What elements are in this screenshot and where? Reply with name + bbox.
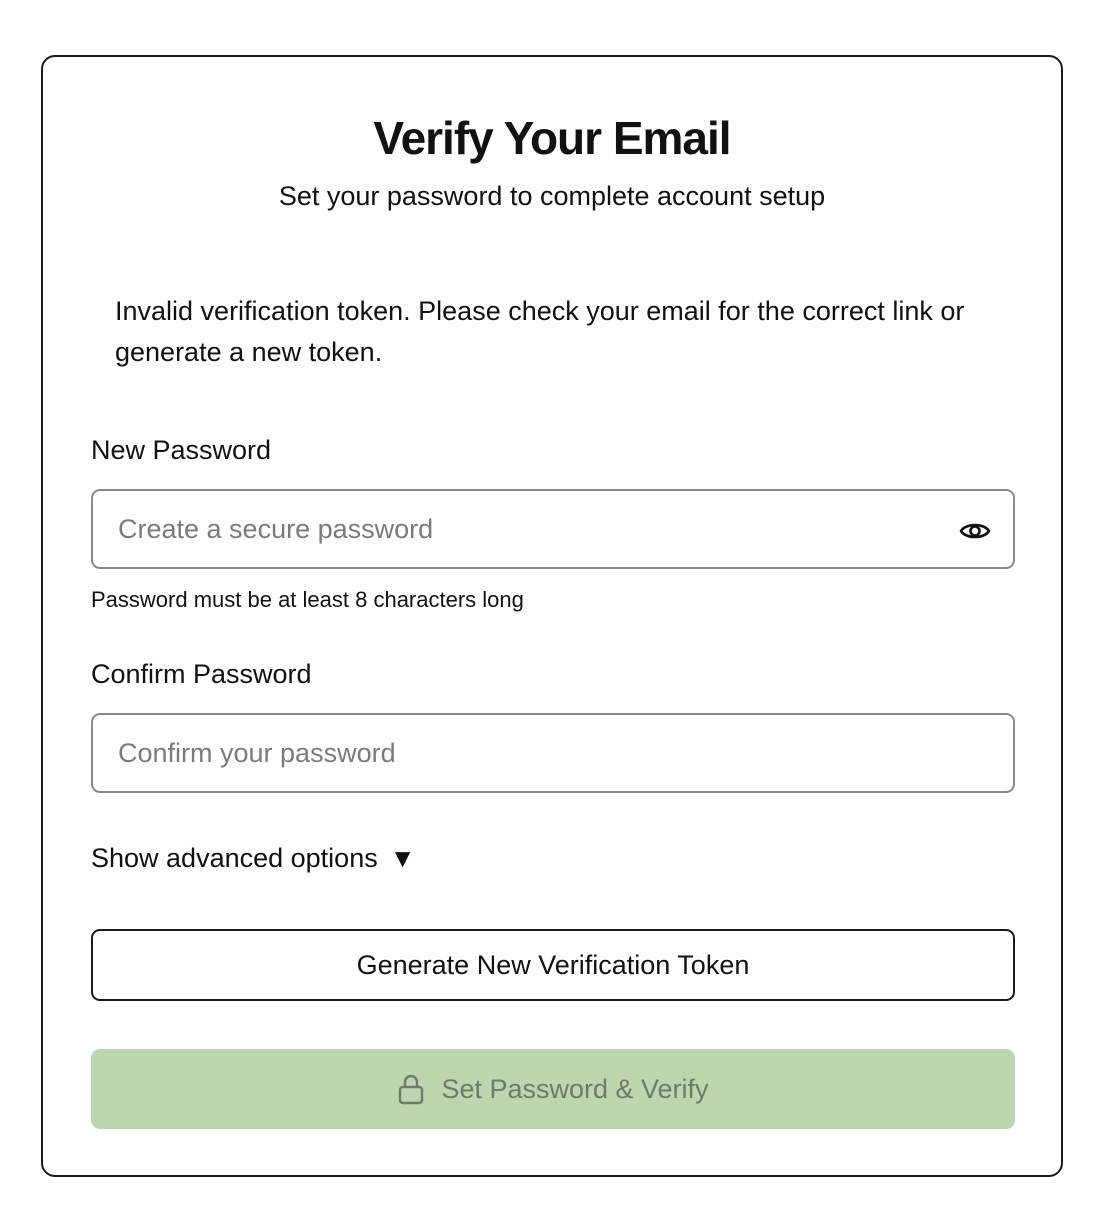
generate-token-button[interactable]: Generate New Verification Token — [91, 929, 1015, 1001]
page-subtitle: Set your password to complete account se… — [278, 181, 826, 211]
verify-email-card: Verify Your Email Set your password to c… — [41, 55, 1063, 1177]
confirm-password-label: Confirm Password — [91, 659, 312, 689]
new-password-label: New Password — [91, 435, 272, 465]
advanced-options-label: Show advanced options — [91, 843, 378, 873]
page-title: Verify Your Email — [373, 112, 731, 164]
error-message: Invalid verification token. Please check… — [115, 296, 965, 367]
password-hint: Password must be at least 8 characters l… — [91, 587, 524, 612]
set-password-verify-label: Set Password & Verify — [441, 1073, 709, 1104]
show-advanced-options-toggle[interactable]: Show advanced options ▼ — [91, 843, 415, 874]
lock-icon — [397, 1073, 425, 1105]
new-password-field-wrapper — [91, 489, 1015, 569]
confirm-password-input[interactable] — [93, 715, 1013, 791]
confirm-password-field-wrapper — [91, 713, 1015, 793]
eye-icon[interactable] — [959, 515, 991, 547]
new-password-input[interactable] — [93, 491, 1013, 567]
triangle-down-icon: ▼ — [389, 843, 416, 873]
set-password-verify-button[interactable]: Set Password & Verify — [91, 1049, 1015, 1129]
